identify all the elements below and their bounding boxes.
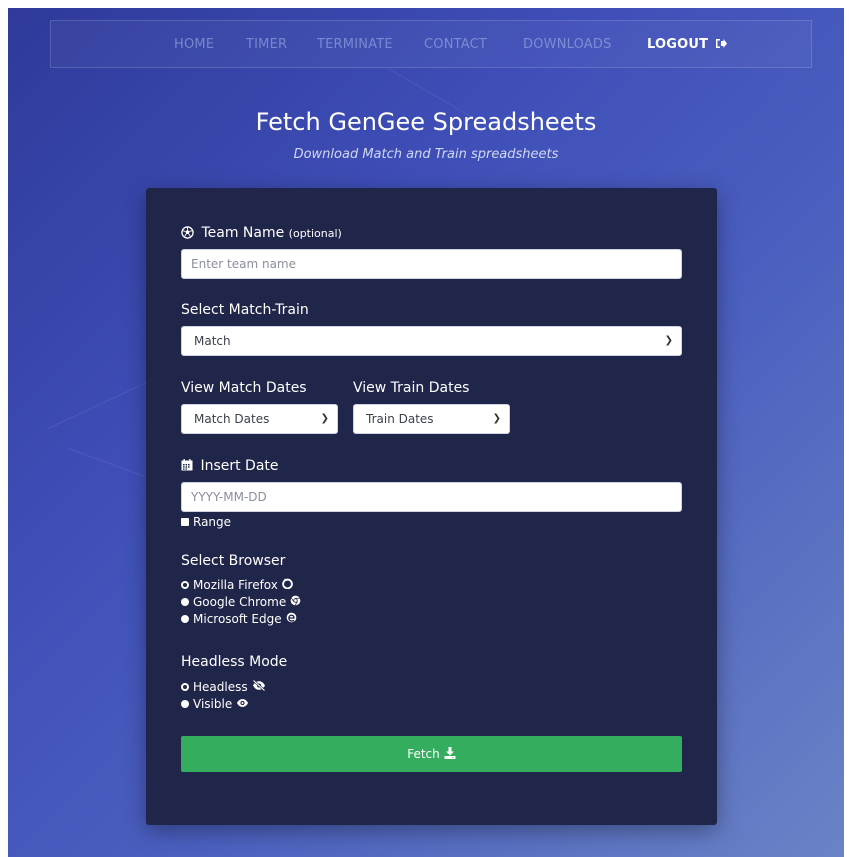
- match-train-select[interactable]: Match ❯: [181, 326, 682, 356]
- browser-option-chrome[interactable]: Google Chrome: [181, 595, 301, 609]
- mode-option-label: Visible: [193, 697, 233, 711]
- download-icon: [440, 747, 456, 761]
- checkbox-box[interactable]: [181, 518, 189, 526]
- train-dates-label: View Train Dates: [353, 380, 470, 396]
- browser-option-label: Mozilla Firefox: [193, 578, 278, 592]
- range-label: Range: [193, 515, 232, 529]
- match-train-label: Select Match-Train: [181, 302, 309, 318]
- train-dates-selected: Train Dates: [366, 412, 434, 426]
- eye-icon: [236, 698, 249, 711]
- match-train-selected: Match: [194, 334, 231, 348]
- nav-terminate[interactable]: TERMINATE: [317, 21, 393, 69]
- navbar: HOME TIMER TERMINATE CONTACT DOWNLOADS L…: [50, 20, 812, 68]
- mode-option-label: Headless: [193, 680, 248, 694]
- chevron-down-icon: ❯: [664, 335, 673, 346]
- calendar-icon: [181, 458, 200, 474]
- soccer-ball-icon: [181, 225, 201, 241]
- match-dates-select[interactable]: Match Dates ❯: [181, 404, 338, 434]
- nav-home[interactable]: HOME: [174, 21, 214, 69]
- chrome-icon: [290, 595, 301, 609]
- fetch-button-label: Fetch: [407, 747, 440, 761]
- mode-option-visible[interactable]: Visible: [181, 697, 249, 711]
- nav-logout-label: LOGOUT: [647, 37, 709, 52]
- sign-out-icon: [713, 37, 727, 52]
- firefox-icon: [282, 578, 293, 592]
- team-name-input[interactable]: [181, 249, 682, 279]
- mode-option-headless[interactable]: Headless: [181, 679, 266, 694]
- page-title: Fetch GenGee Spreadsheets: [255, 108, 597, 136]
- browser-option-edge[interactable]: Microsoft Edge: [181, 612, 297, 626]
- optional-hint: (optional): [288, 227, 342, 240]
- chevron-down-icon: ❯: [320, 413, 329, 424]
- select-browser-label: Select Browser: [181, 553, 286, 569]
- match-dates-label: View Match Dates: [181, 380, 307, 396]
- edge-icon: [286, 612, 297, 626]
- browser-option-label: Microsoft Edge: [193, 612, 282, 626]
- nav-logout[interactable]: LOGOUT: [647, 21, 727, 69]
- radio-button[interactable]: [181, 581, 189, 589]
- date-input[interactable]: [181, 482, 682, 512]
- browser-option-label: Google Chrome: [193, 595, 287, 609]
- team-name-label: Team Name (optional): [181, 225, 342, 241]
- radio-button[interactable]: [181, 615, 189, 623]
- headless-mode-label: Headless Mode: [181, 654, 288, 670]
- nav-downloads[interactable]: DOWNLOADS: [523, 21, 612, 69]
- radio-button[interactable]: [181, 683, 189, 691]
- browser-option-firefox[interactable]: Mozilla Firefox: [181, 578, 293, 592]
- fetch-form-card: Team Name (optional) Select Match-Train …: [146, 188, 717, 825]
- eye-slash-icon: [252, 679, 266, 694]
- range-checkbox[interactable]: Range: [181, 515, 231, 529]
- page-background: HOME TIMER TERMINATE CONTACT DOWNLOADS L…: [8, 8, 844, 857]
- page-subtitle: Download Match and Train spreadsheets: [293, 147, 559, 162]
- radio-button[interactable]: [181, 598, 189, 606]
- chevron-down-icon: ❯: [492, 413, 501, 424]
- fetch-button[interactable]: Fetch: [181, 736, 682, 772]
- insert-date-label: Insert Date: [181, 458, 279, 474]
- nav-contact[interactable]: CONTACT: [424, 21, 487, 69]
- nav-timer[interactable]: TIMER: [246, 21, 287, 69]
- radio-button[interactable]: [181, 700, 189, 708]
- train-dates-select[interactable]: Train Dates ❯: [353, 404, 510, 434]
- match-dates-selected: Match Dates: [194, 412, 270, 426]
